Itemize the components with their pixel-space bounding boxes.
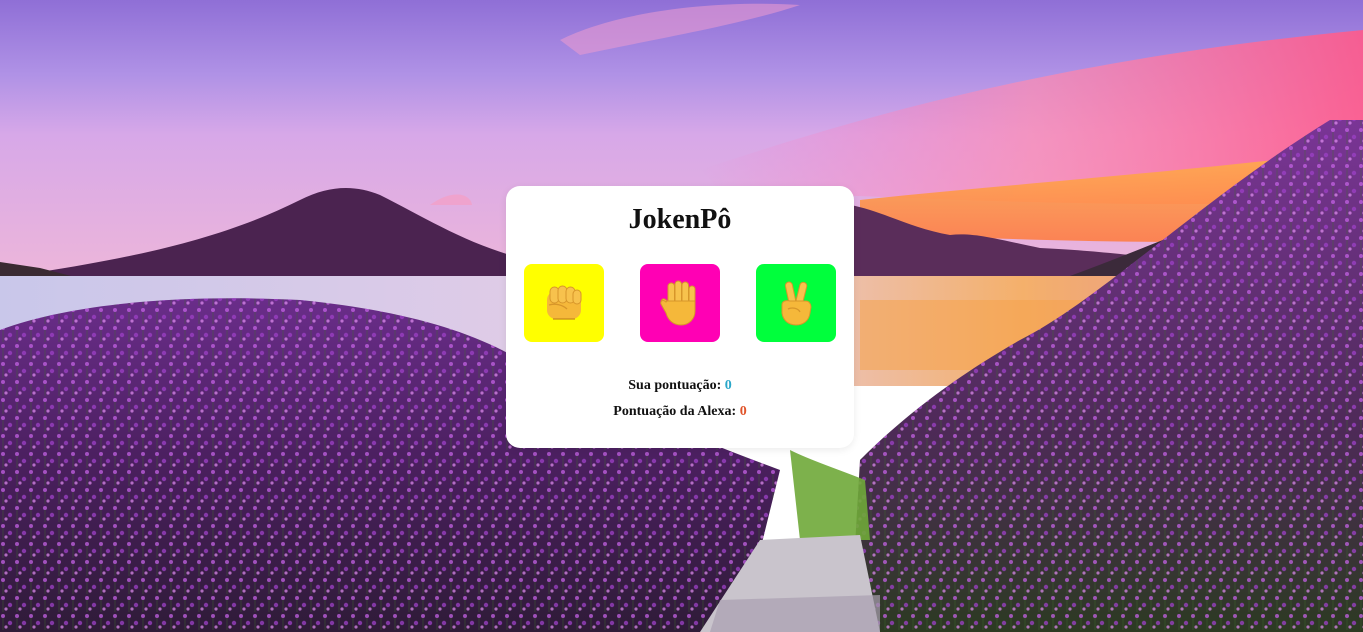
user-score-label: Sua pontuação:: [628, 378, 722, 393]
user-score: Sua pontuação: 0: [506, 377, 854, 395]
game-card: JokenPô Sua pontuação: 0 Pontuação da Al…: [506, 186, 854, 448]
open-hand-icon: [660, 280, 696, 326]
scissors-button[interactable]: [756, 264, 836, 342]
alexa-score-value: 0: [739, 404, 747, 419]
rock-button[interactable]: [524, 264, 604, 342]
alexa-score-label: Pontuação da Alexa:: [613, 404, 737, 419]
paper-button[interactable]: [640, 264, 720, 342]
alexa-score: Pontuação da Alexa: 0: [506, 403, 854, 421]
game-title: JokenPô: [628, 204, 732, 235]
victory-hand-icon: [781, 281, 812, 326]
user-score-value: 0: [724, 378, 732, 393]
fist-icon: [547, 285, 582, 320]
